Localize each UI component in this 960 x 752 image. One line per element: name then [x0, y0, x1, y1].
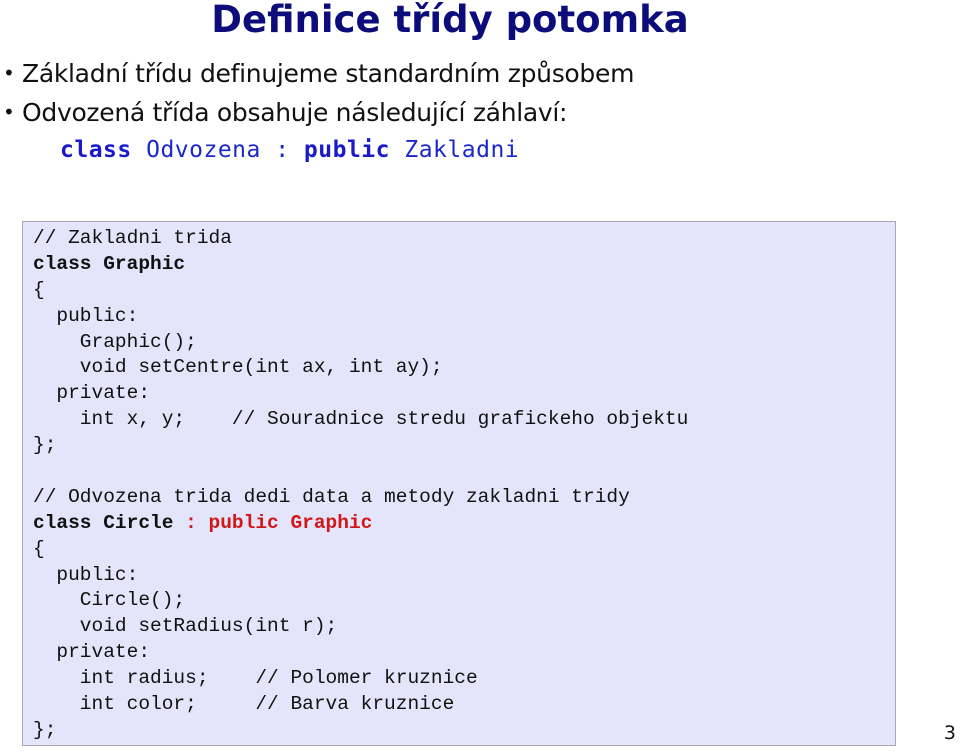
page-number: 3	[943, 722, 956, 744]
code-line	[33, 459, 688, 485]
code-text: {	[33, 537, 45, 560]
keyword-class: class	[60, 137, 132, 163]
bullet-icon: •	[3, 61, 15, 85]
code-line: public:	[33, 563, 688, 589]
code-text: private:	[33, 641, 151, 664]
bullet-text: Odvozená třída obsahuje následující záhl…	[22, 98, 568, 127]
code-text: };	[33, 434, 57, 457]
slide-title: Definice třídy potomka	[211, 0, 689, 41]
bullet-icon: •	[3, 100, 15, 124]
code-bold: class Circle	[33, 511, 186, 534]
code-text: int x, y; // Souradnice stredu grafickeh…	[33, 408, 689, 431]
code-text: // Zakladni trida	[33, 227, 232, 249]
code-line: {	[33, 278, 688, 304]
base-name: Zakladni	[390, 137, 520, 163]
code-line: void setRadius(int r);	[33, 614, 688, 640]
code-text: // Odvozena trida dedi data a metody zak…	[33, 485, 630, 508]
code-listing: // Zakladni trida class Graphic{ public: …	[33, 226, 688, 744]
code-line: Graphic();	[33, 330, 688, 356]
code-line: int color; // Barva kruznice	[33, 692, 688, 718]
code-text: void setRadius(int r);	[33, 615, 338, 638]
code-text: public:	[33, 563, 139, 586]
keyword-public: public	[303, 137, 391, 163]
code-line: Circle();	[33, 588, 688, 614]
code-line: };	[33, 718, 688, 744]
code-line: void setCentre(int ax, int ay);	[33, 355, 688, 381]
code-text: Graphic();	[33, 330, 197, 353]
code-text: int radius; // Polomer kruznice	[33, 667, 478, 690]
bullet-item: • Odvozená třída obsahuje následující zá…	[0, 93, 634, 132]
code-line: private:	[33, 640, 688, 666]
code-text: Circle();	[33, 589, 186, 612]
code-line: class Circle : public Graphic	[33, 511, 688, 537]
derived-name: Odvozena :	[131, 137, 304, 163]
code-block: // Zakladni trida class Graphic{ public: …	[22, 221, 896, 746]
code-text: public:	[33, 304, 139, 327]
code-line: // Odvozena trida dedi data a metody zak…	[33, 485, 688, 511]
code-line: {	[33, 537, 688, 563]
code-line: int x, y; // Souradnice stredu grafickeh…	[33, 407, 689, 433]
code-line: public:	[33, 304, 688, 330]
code-text: };	[33, 718, 57, 741]
bullet-list: • Základní třídu definujeme standardním …	[0, 54, 634, 132]
bullet-item: • Základní třídu definujeme standardním …	[0, 54, 634, 93]
code-line: // Zakladni trida	[33, 226, 688, 252]
code-line: };	[33, 433, 688, 459]
code-bold: class Graphic	[33, 252, 186, 275]
code-line: private:	[33, 381, 688, 407]
header-syntax: class Odvozena : public Zakladni	[60, 137, 519, 163]
code-text: void setCentre(int ax, int ay);	[33, 356, 443, 379]
bullet-text: Základní třídu definujeme standardním zp…	[22, 59, 635, 88]
code-highlight: : public Graphic	[185, 511, 373, 534]
code-line: class Graphic	[33, 252, 688, 278]
code-line: int radius; // Polomer kruznice	[33, 666, 688, 692]
code-text: private:	[33, 382, 151, 405]
code-text: {	[33, 278, 45, 301]
code-text: int color; // Barva kruznice	[33, 693, 455, 716]
